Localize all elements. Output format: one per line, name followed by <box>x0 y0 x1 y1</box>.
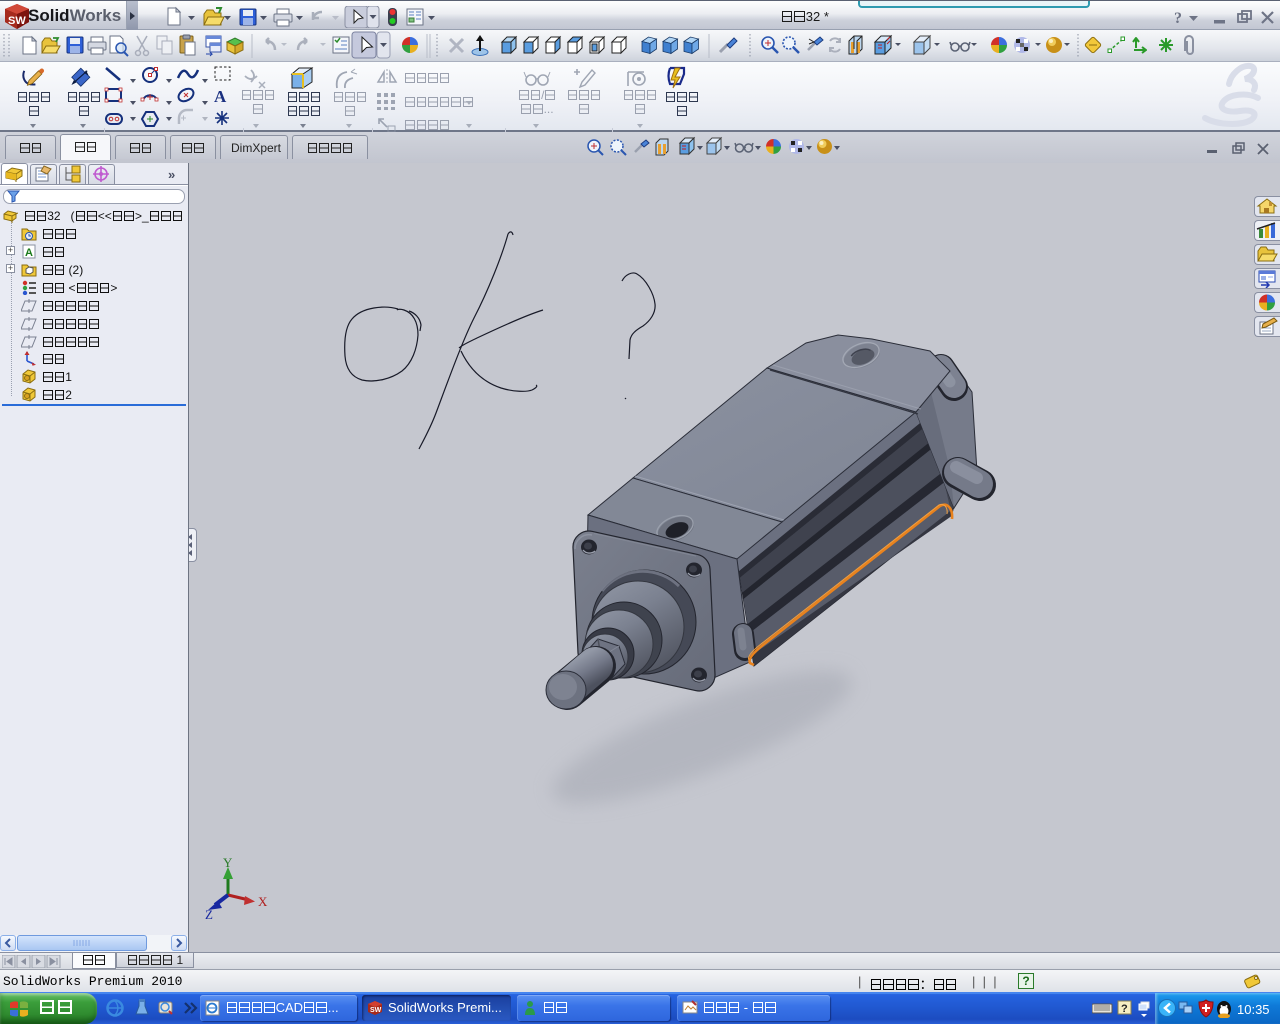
svg-text:A: A <box>214 87 227 106</box>
svg-text:SW: SW <box>8 15 26 27</box>
svg-text:X: X <box>258 894 268 909</box>
svg-text:Z: Z <box>205 907 213 920</box>
svg-text:A: A <box>25 247 33 259</box>
svg-text:?: ? <box>1121 1003 1128 1015</box>
svg-text:SW: SW <box>370 1007 382 1014</box>
svg-text:?: ? <box>1174 10 1182 26</box>
